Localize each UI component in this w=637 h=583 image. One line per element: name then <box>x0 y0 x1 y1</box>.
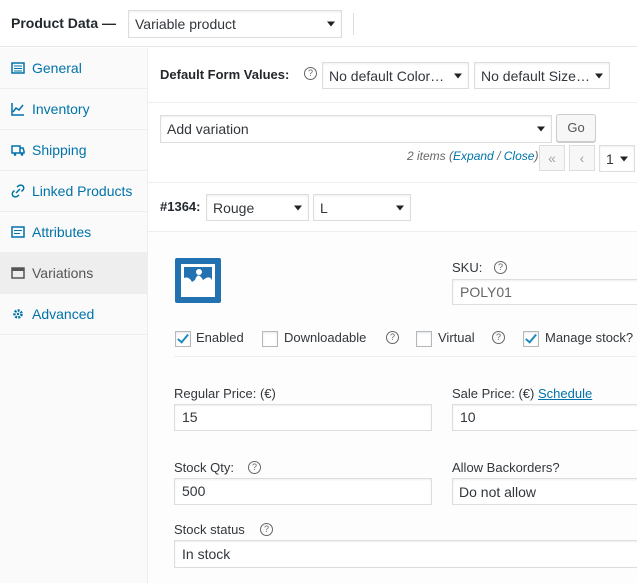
truck-icon <box>11 145 25 156</box>
schedule-link[interactable]: Schedule <box>538 386 592 401</box>
product-type-select[interactable]: Variable product <box>128 10 342 38</box>
page-select[interactable]: 1 <box>599 145 635 172</box>
variation-image[interactable] <box>175 258 221 303</box>
window-icon <box>11 267 25 279</box>
backorders-value: Do not allow <box>459 483 537 500</box>
tab-linked-products[interactable]: Linked Products <box>0 171 147 212</box>
link-icon <box>11 184 25 198</box>
general-icon <box>11 62 25 74</box>
downloadable-checkbox[interactable] <box>262 331 278 347</box>
stock-status-value: In stock <box>182 546 231 562</box>
default-form-values-label: Default Form Values: <box>160 67 290 82</box>
sale-price-field[interactable]: 10 <box>452 404 637 431</box>
sale-price-text: Sale Price: (€) <box>452 386 535 401</box>
page-value: 1 <box>606 150 614 167</box>
product-data-title: Product Data — <box>11 15 117 31</box>
enabled-checkbox[interactable] <box>175 331 191 347</box>
tab-variations-label: Variations <box>32 265 94 281</box>
divider <box>148 182 637 183</box>
variation-id: #1364: <box>160 199 201 214</box>
downloadable-label: Downloadable <box>284 330 367 345</box>
enabled-label: Enabled <box>196 330 244 345</box>
help-icon[interactable]: ? <box>386 331 399 344</box>
tab-advanced-label: Advanced <box>32 306 95 322</box>
image-placeholder-icon <box>181 264 215 297</box>
regular-price-field[interactable]: 15 <box>174 404 432 431</box>
variation-action-value: Add variation <box>167 121 249 137</box>
divider <box>148 102 637 103</box>
tab-shipping[interactable]: Shipping <box>0 130 147 171</box>
manage-stock-checkbox[interactable] <box>523 331 539 347</box>
variation-color-value: Rouge <box>213 199 255 216</box>
chevron-down-icon <box>454 73 462 78</box>
default-color-select[interactable]: No default Color… <box>322 62 469 89</box>
sku-label: SKU: <box>452 260 483 275</box>
backorders-label: Allow Backorders? <box>452 460 560 475</box>
gear-icon <box>13 309 23 319</box>
sale-price-label: Sale Price: (€) Schedule <box>452 386 592 401</box>
go-button[interactable]: Go <box>556 114 596 142</box>
check-icon <box>177 331 189 344</box>
tab-general-label: General <box>32 60 82 76</box>
default-color-value: No default Color… <box>329 67 445 84</box>
divider <box>174 356 637 357</box>
stock-qty-label: Stock Qty: <box>174 460 234 475</box>
tab-general[interactable]: General <box>0 48 147 89</box>
variation-color-select[interactable]: Rouge <box>206 194 309 221</box>
product-data-tabs: General Inventory Shipping Linked Produc… <box>0 48 148 583</box>
default-size-select[interactable]: No default Size… <box>474 62 610 89</box>
virtual-checkbox[interactable] <box>416 331 432 347</box>
help-icon[interactable]: ? <box>492 331 505 344</box>
chart-icon <box>11 103 24 116</box>
chevron-down-icon <box>595 73 603 78</box>
manage-stock-label: Manage stock? <box>545 330 634 345</box>
default-size-value: No default Size… <box>481 67 590 84</box>
expand-link[interactable]: Expand <box>453 149 494 163</box>
product-data-header: Product Data — Variable product <box>0 0 637 47</box>
tab-inventory-label: Inventory <box>32 101 90 117</box>
help-icon[interactable]: ? <box>494 261 507 274</box>
variation-size-select[interactable]: L <box>313 194 411 221</box>
chevron-down-icon <box>396 205 404 210</box>
tab-advanced[interactable]: Advanced <box>0 294 147 335</box>
prev-page-button[interactable]: ‹ <box>569 145 595 171</box>
chevron-down-icon <box>327 21 335 27</box>
chevron-down-icon <box>620 156 628 161</box>
stock-status-label: Stock status <box>174 522 245 537</box>
help-icon[interactable]: ? <box>304 67 317 80</box>
first-page-button[interactable]: « <box>539 145 565 171</box>
tab-variations[interactable]: Variations <box>0 253 147 294</box>
header-divider <box>353 13 354 35</box>
pagination-info: 2 items (Expand / Close) <box>407 149 538 163</box>
chevron-down-icon <box>294 205 302 210</box>
stock-qty-field[interactable]: 500 <box>174 478 432 505</box>
tab-attributes-label: Attributes <box>32 224 92 240</box>
stock-status-select[interactable]: In stock <box>174 540 637 568</box>
tab-inventory[interactable]: Inventory <box>0 89 147 130</box>
tab-shipping-label: Shipping <box>32 142 87 158</box>
paren-close: ) <box>534 149 539 163</box>
help-icon[interactable]: ? <box>248 461 261 474</box>
close-link[interactable]: Close <box>504 149 535 163</box>
variation-action-select[interactable]: Add variation <box>160 115 552 143</box>
slash-separator: / <box>493 149 504 163</box>
check-icon <box>525 331 537 344</box>
list-icon <box>11 226 25 238</box>
variation-size-value: L <box>320 199 328 216</box>
product-type-value: Variable product <box>135 16 236 32</box>
sku-field[interactable]: POLY01 <box>452 279 637 305</box>
regular-price-label: Regular Price: (€) <box>174 386 276 401</box>
virtual-label: Virtual <box>438 330 475 345</box>
tab-attributes[interactable]: Attributes <box>0 212 147 253</box>
items-count: 2 items <box>407 149 446 163</box>
backorders-select[interactable]: Do not allow <box>452 478 637 505</box>
help-icon[interactable]: ? <box>260 523 273 536</box>
chevron-down-icon <box>537 126 545 132</box>
tab-linked-products-label: Linked Products <box>32 183 133 199</box>
